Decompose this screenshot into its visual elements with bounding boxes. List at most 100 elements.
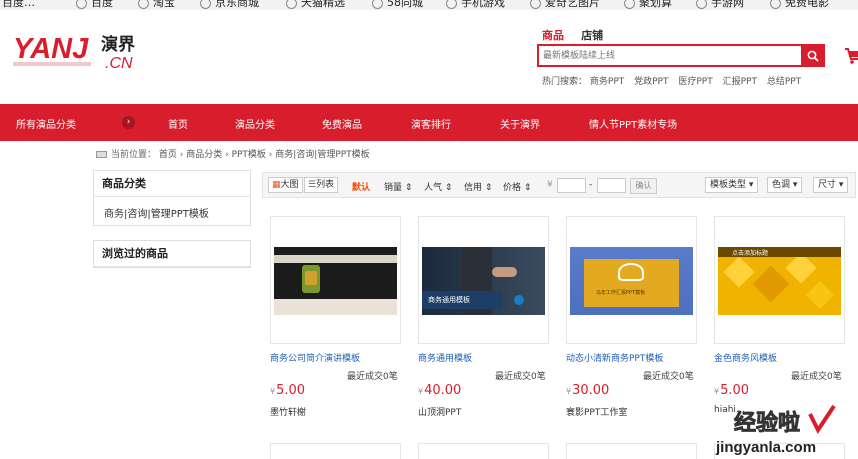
sort-default[interactable]: 默认 bbox=[352, 180, 370, 193]
product-image-card[interactable]: 马年工作汇报PPT模板 bbox=[566, 216, 697, 344]
nav-home[interactable]: 首页 bbox=[168, 116, 188, 131]
svg-text:经验啦: 经验啦 bbox=[734, 410, 800, 436]
nav-ranking[interactable]: 演客排行 bbox=[411, 116, 451, 131]
chevron-down-icon: ▾ bbox=[792, 180, 798, 190]
search-icon bbox=[807, 50, 819, 62]
bookmark-item[interactable]: 手游网 bbox=[696, 0, 744, 10]
search-box bbox=[537, 44, 801, 67]
price-confirm-button[interactable]: 确认 bbox=[630, 178, 657, 194]
grid-icon: ▦ bbox=[272, 180, 281, 190]
sort-popularity[interactable]: 人气 ⇕ bbox=[424, 180, 452, 193]
bookmark-item[interactable]: 百度… bbox=[2, 0, 35, 10]
product-title[interactable]: 商务通用模板 bbox=[418, 351, 472, 364]
hot-search-link[interactable]: 医疗PPT bbox=[678, 77, 712, 87]
bookmark-icon bbox=[770, 0, 781, 9]
nav-about[interactable]: 关于演界 bbox=[500, 116, 540, 131]
view-list-button[interactable]: ☰列表 bbox=[304, 177, 339, 193]
bookmark-item[interactable]: 手机游戏 bbox=[446, 0, 505, 10]
sort-icon: ⇕ bbox=[484, 183, 493, 193]
cart-icon[interactable] bbox=[843, 44, 858, 66]
sort-icon: ⇕ bbox=[444, 183, 453, 193]
breadcrumb-item[interactable]: 商品分类 bbox=[186, 150, 222, 160]
bookmark-icon bbox=[696, 0, 707, 9]
template-type-dropdown[interactable]: 模板类型 ▾ bbox=[705, 177, 759, 193]
bookmark-item[interactable]: 爱奇艺图片 bbox=[530, 0, 600, 10]
product-title[interactable]: 商务公司简介演讲模板 bbox=[270, 351, 360, 364]
hot-search-link[interactable]: 总结PPT bbox=[767, 77, 801, 87]
logo-suffix: .CN bbox=[105, 55, 133, 72]
price-max-input[interactable] bbox=[597, 178, 626, 193]
product-shop[interactable]: 山顶洞PPT bbox=[418, 405, 461, 418]
color-dropdown[interactable]: 色调 ▾ bbox=[767, 177, 803, 193]
product-image-card[interactable] bbox=[270, 443, 401, 459]
product-shop[interactable]: 墨竹轩榭 bbox=[270, 405, 306, 418]
bookmark-icon bbox=[76, 0, 87, 9]
bookmark-item[interactable]: 免费电影 bbox=[770, 0, 829, 10]
logo-cn-text: 演界 bbox=[101, 34, 135, 55]
sort-price[interactable]: 价格 ⇕ bbox=[503, 180, 531, 193]
sort-credit[interactable]: 信用 ⇕ bbox=[464, 180, 492, 193]
bookmark-icon bbox=[530, 0, 541, 9]
nav-categories[interactable]: 演品分类 bbox=[235, 116, 275, 131]
filter-bar: ▦大图 ☰列表 默认 销量 ⇕ 人气 ⇕ 信用 ⇕ 价格 ⇕ ¥ - 确认 模板… bbox=[262, 172, 856, 198]
hot-search-link[interactable]: 汇报PPT bbox=[723, 77, 757, 87]
sort-icon: ⇕ bbox=[523, 183, 532, 193]
nav-free[interactable]: 免费演品 bbox=[322, 116, 362, 131]
product-title[interactable]: 动态小清新商务PPT模板 bbox=[566, 351, 663, 364]
hot-searches: 热门搜索： 商务PPT 党政PPT 医疗PPT 汇报PPT 总结PPT bbox=[542, 74, 808, 87]
chevron-down-icon: ▾ bbox=[748, 180, 754, 190]
product-thumbnail: 马年工作汇报PPT模板 bbox=[570, 247, 693, 315]
bookmark-item[interactable]: 淘宝 bbox=[138, 0, 175, 10]
product-price: ¥5.00 bbox=[714, 383, 750, 398]
product-image-card[interactable] bbox=[566, 443, 697, 459]
nav-all-categories[interactable]: 所有演品分类 bbox=[16, 116, 76, 131]
search-tab-goods[interactable]: 商品 bbox=[542, 29, 564, 42]
product-title[interactable]: 金色商务风模板 bbox=[714, 351, 777, 364]
price-dash: - bbox=[589, 180, 593, 190]
site-logo[interactable]: YANJ 演界 .CN bbox=[13, 30, 153, 72]
currency-symbol: ¥ bbox=[547, 180, 553, 190]
product-sales: 最近成交0笔 bbox=[495, 372, 546, 382]
product-image-card[interactable] bbox=[270, 216, 401, 344]
sort-sales[interactable]: 销量 ⇕ bbox=[384, 180, 412, 193]
product-price: ¥30.00 bbox=[566, 383, 610, 398]
bookmark-icon bbox=[372, 0, 383, 9]
search-tab-store[interactable]: 店铺 bbox=[581, 29, 603, 42]
breadcrumb-item[interactable]: 首页 bbox=[159, 150, 177, 160]
category-link[interactable]: 商务|咨询|管理PPT模板 bbox=[94, 197, 250, 225]
product-thumbnail: 商务通用模板 bbox=[422, 247, 545, 315]
bookmark-item[interactable]: 百度 bbox=[76, 0, 113, 10]
bookmark-item[interactable]: 天猫精选 bbox=[286, 0, 345, 10]
view-grid-button[interactable]: ▦大图 bbox=[268, 177, 303, 193]
search-button[interactable] bbox=[801, 44, 825, 67]
product-thumbnail bbox=[274, 247, 397, 315]
history-panel-title: 浏览过的商品 bbox=[94, 241, 250, 267]
category-panel: 商品分类 商务|咨询|管理PPT模板 bbox=[93, 170, 251, 226]
chevron-down-icon: ▾ bbox=[838, 180, 844, 190]
nav-valentine[interactable]: 情人节PPT素材专场 bbox=[589, 116, 677, 131]
product-image-card[interactable] bbox=[418, 443, 549, 459]
bookmark-item[interactable]: 京东商城 bbox=[200, 0, 259, 10]
bookmarks-bar: 百度… 百度 淘宝 京东商城 天猫精选 58同城 手机游戏 爱奇艺图片 聚划算 … bbox=[0, 0, 858, 10]
product-image-card[interactable]: 点击添加标题 bbox=[714, 216, 845, 344]
breadcrumb-label: 当前位置： bbox=[111, 150, 157, 160]
breadcrumb-item[interactable]: PPT模板 bbox=[232, 150, 266, 160]
bookmark-item[interactable]: 58同城 bbox=[372, 0, 423, 10]
bookmark-icon bbox=[624, 0, 635, 9]
size-dropdown[interactable]: 尺寸 ▾ bbox=[813, 177, 849, 193]
bookmark-icon bbox=[286, 0, 297, 9]
chevron-right-icon[interactable]: › bbox=[122, 116, 135, 129]
product-image-card[interactable]: 商务通用模板 bbox=[418, 216, 549, 344]
hot-search-label: 热门搜索： bbox=[542, 77, 588, 87]
category-panel-title: 商品分类 bbox=[94, 171, 250, 197]
hot-search-link[interactable]: 商务PPT bbox=[590, 77, 624, 87]
price-min-input[interactable] bbox=[557, 178, 586, 193]
bookmark-item[interactable]: 聚划算 bbox=[624, 0, 672, 10]
search-input[interactable] bbox=[539, 46, 801, 65]
breadcrumb-item[interactable]: 商务|咨询|管理PPT模板 bbox=[275, 150, 369, 160]
sort-icon: ⇕ bbox=[404, 183, 413, 193]
hot-search-link[interactable]: 党政PPT bbox=[634, 77, 668, 87]
product-thumbnail: 点击添加标题 bbox=[718, 247, 841, 315]
breadcrumb: 当前位置： 首页 › 商品分类 › PPT模板 › 商务|咨询|管理PPT模板 bbox=[96, 147, 370, 160]
product-shop[interactable]: 寰影PPT工作室 bbox=[566, 405, 627, 418]
